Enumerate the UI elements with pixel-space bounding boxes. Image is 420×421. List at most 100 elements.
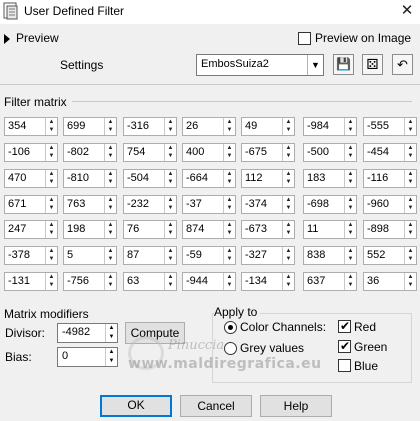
preview-on-image-label[interactable]: Preview on Image (315, 31, 411, 45)
matrix-cell-spinner[interactable]: ▲ ▼ (282, 247, 294, 264)
matrix-cell[interactable]: -675 ▲ ▼ (241, 143, 295, 162)
matrix-cell-spinner[interactable]: ▲ ▼ (344, 247, 356, 264)
matrix-cell[interactable]: -698 ▲ ▼ (303, 195, 357, 214)
blue-label[interactable]: Blue (354, 359, 378, 373)
matrix-cell[interactable]: 112 ▲ ▼ (241, 169, 295, 188)
matrix-cell-spinner[interactable]: ▲ ▼ (104, 273, 116, 290)
matrix-cell[interactable]: 198 ▲ ▼ (63, 220, 117, 239)
matrix-cell-spinner[interactable]: ▲ ▼ (45, 144, 57, 161)
matrix-cell[interactable]: -59 ▲ ▼ (182, 246, 236, 265)
matrix-cell-spinner[interactable]: ▲ ▼ (404, 118, 416, 135)
matrix-cell-spinner[interactable]: ▲ ▼ (104, 247, 116, 264)
matrix-cell[interactable]: 5 ▲ ▼ (63, 246, 117, 265)
matrix-cell-spinner[interactable]: ▲ ▼ (164, 144, 176, 161)
chevron-down-icon[interactable]: ▼ (307, 55, 323, 75)
matrix-cell-spinner[interactable]: ▲ ▼ (164, 221, 176, 238)
matrix-cell-spinner[interactable]: ▲ ▼ (223, 196, 235, 213)
matrix-cell-spinner[interactable]: ▲ ▼ (104, 144, 116, 161)
matrix-cell-spinner[interactable]: ▲ ▼ (282, 196, 294, 213)
matrix-cell[interactable]: 552 ▲ ▼ (363, 246, 417, 265)
matrix-cell-spinner[interactable]: ▲ ▼ (45, 170, 57, 187)
matrix-cell[interactable]: -756 ▲ ▼ (63, 272, 117, 291)
matrix-cell[interactable]: 838 ▲ ▼ (303, 246, 357, 265)
cancel-button[interactable]: Cancel (180, 395, 252, 417)
matrix-cell[interactable]: -802 ▲ ▼ (63, 143, 117, 162)
matrix-cell[interactable]: -131 ▲ ▼ (4, 272, 58, 291)
green-label[interactable]: Green (354, 340, 387, 354)
matrix-cell-spinner[interactable]: ▲ ▼ (344, 221, 356, 238)
matrix-cell[interactable]: -37 ▲ ▼ (182, 195, 236, 214)
preview-toggle[interactable]: Preview (16, 31, 59, 45)
matrix-cell-spinner[interactable]: ▲ ▼ (344, 273, 356, 290)
matrix-cell-spinner[interactable]: ▲ ▼ (164, 247, 176, 264)
matrix-cell-spinner[interactable]: ▲ ▼ (223, 118, 235, 135)
matrix-cell-spinner[interactable]: ▲ ▼ (45, 118, 57, 135)
matrix-cell[interactable]: 183 ▲ ▼ (303, 169, 357, 188)
expand-arrow-icon[interactable] (4, 34, 10, 44)
matrix-cell-spinner[interactable]: ▲ ▼ (223, 144, 235, 161)
matrix-cell-spinner[interactable]: ▲ ▼ (45, 196, 57, 213)
matrix-cell[interactable]: 36 ▲ ▼ (363, 272, 417, 291)
matrix-cell-spinner[interactable]: ▲ ▼ (282, 273, 294, 290)
matrix-cell-spinner[interactable]: ▲ ▼ (104, 196, 116, 213)
reset-button[interactable]: ↶ (392, 54, 413, 75)
matrix-cell[interactable]: 76 ▲ ▼ (123, 220, 177, 239)
matrix-cell[interactable]: 400 ▲ ▼ (182, 143, 236, 162)
randomize-button[interactable]: ⚄ (362, 54, 383, 75)
matrix-cell-spinner[interactable]: ▲ ▼ (344, 196, 356, 213)
matrix-cell[interactable]: -944 ▲ ▼ (182, 272, 236, 291)
matrix-cell[interactable]: -374 ▲ ▼ (241, 195, 295, 214)
matrix-cell-spinner[interactable]: ▲ ▼ (223, 273, 235, 290)
matrix-cell[interactable]: -504 ▲ ▼ (123, 169, 177, 188)
matrix-cell[interactable]: 49 ▲ ▼ (241, 117, 295, 136)
matrix-cell[interactable]: -664 ▲ ▼ (182, 169, 236, 188)
color-channels-label[interactable]: Color Channels: (240, 320, 326, 334)
matrix-cell[interactable]: 671 ▲ ▼ (4, 195, 58, 214)
matrix-cell[interactable]: -232 ▲ ▼ (123, 195, 177, 214)
matrix-cell-spinner[interactable]: ▲ ▼ (282, 144, 294, 161)
matrix-cell[interactable]: -134 ▲ ▼ (241, 272, 295, 291)
matrix-cell[interactable]: 354 ▲ ▼ (4, 117, 58, 136)
grey-values-radio[interactable] (224, 342, 237, 355)
matrix-cell[interactable]: 470 ▲ ▼ (4, 169, 58, 188)
matrix-cell[interactable]: -327 ▲ ▼ (241, 246, 295, 265)
help-button[interactable]: Help (260, 395, 332, 417)
matrix-cell[interactable]: 763 ▲ ▼ (63, 195, 117, 214)
matrix-cell-spinner[interactable]: ▲ ▼ (344, 170, 356, 187)
matrix-cell-spinner[interactable]: ▲ ▼ (45, 247, 57, 264)
matrix-cell[interactable]: 247 ▲ ▼ (4, 220, 58, 239)
divisor-spinner[interactable]: ▲ ▼ (105, 324, 117, 342)
matrix-cell[interactable]: -316 ▲ ▼ (123, 117, 177, 136)
matrix-cell[interactable]: -898 ▲ ▼ (363, 220, 417, 239)
matrix-cell-spinner[interactable]: ▲ ▼ (164, 170, 176, 187)
matrix-cell-spinner[interactable]: ▲ ▼ (223, 170, 235, 187)
matrix-cell-spinner[interactable]: ▲ ▼ (45, 221, 57, 238)
matrix-cell-spinner[interactable]: ▲ ▼ (344, 144, 356, 161)
red-checkbox[interactable] (338, 319, 351, 333)
matrix-cell-spinner[interactable]: ▲ ▼ (404, 221, 416, 238)
matrix-cell-spinner[interactable]: ▲ ▼ (404, 170, 416, 187)
preview-on-image-checkbox[interactable] (298, 32, 311, 45)
matrix-cell[interactable]: -555 ▲ ▼ (363, 117, 417, 136)
matrix-cell[interactable]: 11 ▲ ▼ (303, 220, 357, 239)
matrix-cell[interactable]: 874 ▲ ▼ (182, 220, 236, 239)
bias-input[interactable]: 0 ▲ ▼ (57, 347, 118, 367)
matrix-cell-spinner[interactable]: ▲ ▼ (164, 118, 176, 135)
matrix-cell[interactable]: -500 ▲ ▼ (303, 143, 357, 162)
matrix-cell-spinner[interactable]: ▲ ▼ (282, 118, 294, 135)
matrix-cell-spinner[interactable]: ▲ ▼ (282, 170, 294, 187)
bias-spinner[interactable]: ▲ ▼ (105, 348, 117, 366)
preset-select[interactable]: EmbosSuiza2 ▼ (196, 54, 324, 76)
save-preset-button[interactable]: 💾 (333, 54, 354, 75)
matrix-cell[interactable]: 63 ▲ ▼ (123, 272, 177, 291)
matrix-cell[interactable]: -106 ▲ ▼ (4, 143, 58, 162)
divisor-input[interactable]: -4982 ▲ ▼ (57, 323, 118, 343)
matrix-cell[interactable]: -116 ▲ ▼ (363, 169, 417, 188)
matrix-cell[interactable]: -673 ▲ ▼ (241, 220, 295, 239)
matrix-cell[interactable]: 699 ▲ ▼ (63, 117, 117, 136)
color-channels-radio[interactable] (224, 321, 237, 334)
matrix-cell[interactable]: 87 ▲ ▼ (123, 246, 177, 265)
matrix-cell-spinner[interactable]: ▲ ▼ (223, 247, 235, 264)
close-icon[interactable]: ✕ (396, 1, 418, 23)
matrix-cell-spinner[interactable]: ▲ ▼ (404, 196, 416, 213)
